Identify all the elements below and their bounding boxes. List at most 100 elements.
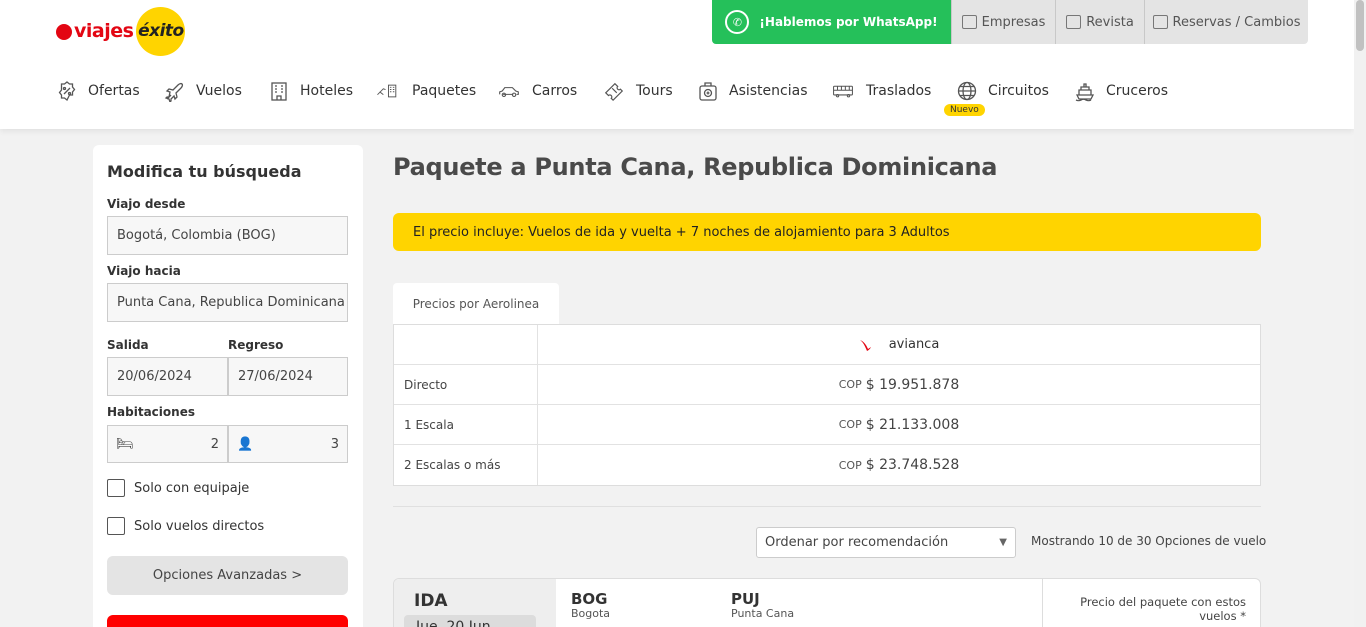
nav-label: Asistencias [729,83,808,99]
whatsapp-icon: ✆ [725,10,750,34]
flight-date: Jue. 20 Jun. [404,615,536,627]
nav-label: Ofertas [88,83,140,99]
departure-date-input[interactable]: 20/06/2024 [107,357,228,396]
results-count: Mostrando 10 de 30 Opciones de vuelo [1031,534,1267,548]
plane-building-icon [372,80,402,102]
airplane-icon [164,80,186,102]
reservas-label: Reservas / Cambios [1172,14,1301,30]
origin-code: BOG [571,590,608,608]
sort-select[interactable]: Ordenar por recomendación ▼ [756,527,1016,558]
rooms-count: 2 [210,436,219,452]
globe-icon [956,80,978,102]
rooms-label: Habitaciones [107,405,195,419]
ticket-icon [602,80,626,102]
revista-label: Revista [1086,14,1134,30]
return-date-input[interactable]: 27/06/2024 [228,357,348,396]
nav-item-vuelos[interactable]: Vuelos [164,76,242,106]
advanced-options-button[interactable]: Opciones Avanzadas > [107,556,348,595]
flight-option-card[interactable]: IDA Jue. 20 Jun. BOG Bogota PUJ Punta Ca… [393,578,1261,627]
fare-price-cell[interactable]: COP $ 23.748.528 [538,445,1260,485]
stops-label: Directo [394,365,538,404]
baggage-checkbox[interactable] [107,479,125,497]
airline-header-cell[interactable]: avianca [538,325,1260,364]
nav-label: Hoteles [300,83,353,99]
fare-price-cell[interactable]: COP $ 19.951.878 [538,365,1260,404]
from-label: Viajo desde [107,197,186,211]
people-stepper[interactable]: 👤 3 [228,425,348,463]
nav-label: Traslados [866,83,932,99]
flight-direction: IDA [414,591,448,611]
baggage-checkbox-row[interactable]: Solo con equipaje [107,479,249,497]
page-scrollbar[interactable] [1354,0,1366,627]
nav-item-hoteles[interactable]: Hoteles [268,76,353,106]
chevron-down-icon: ▼ [999,537,1007,548]
direct-checkbox[interactable] [107,517,125,535]
nav-label: Cruceros [1106,83,1169,99]
sidebar-title: Modifica tu búsqueda [107,162,302,181]
logo-ball-icon [56,24,72,40]
nav-label: Vuelos [196,83,242,99]
medical-bag-icon [697,80,719,102]
table-row: 2 Escalas o más COP $ 23.748.528 [394,445,1260,485]
flight-direction-panel: IDA Jue. 20 Jun. [394,579,556,627]
currency-label: COP [838,378,862,391]
revista-link[interactable]: Revista [1055,0,1144,44]
table-header-row: avianca [394,325,1260,365]
fare-price: $ 19.951.878 [865,376,960,393]
page-title: Paquete a Punta Cana, Republica Dominica… [393,153,998,181]
airline-name: avianca [888,337,940,352]
ship-icon [1074,80,1096,102]
avianca-logo-icon [859,339,871,351]
empresas-label: Empresas [981,14,1046,30]
airline-fare-table: avianca Directo COP $ 19.951.878 1 Escal… [393,324,1261,486]
origin-city: Bogota [571,607,611,620]
direct-checkbox-row[interactable]: Solo vuelos directos [107,517,264,535]
rooms-stepper[interactable]: 🛏 2 [107,425,228,463]
viajes-exito-logo[interactable]: viajes éxito [56,6,186,56]
logo-text-viajes: viajes [74,20,134,42]
currency-label: COP [838,458,862,472]
empresas-link[interactable]: Empresas [951,0,1055,44]
people-count: 3 [330,436,339,452]
fare-price-cell[interactable]: COP $ 21.133.008 [538,405,1260,444]
nav-item-tours[interactable]: Tours [602,76,673,106]
currency-label: COP [838,418,862,431]
return-label: Regreso [228,338,284,352]
building-icon [268,80,290,102]
destination-city: Punta Cana [731,607,795,620]
magazine-icon [1066,15,1082,29]
bus-icon [829,80,857,102]
from-input[interactable]: Bogotá, Colombia (BOG) [107,216,348,255]
departure-label: Salida [107,338,149,352]
nav-item-ofertas[interactable]: Ofertas [56,76,140,106]
person-icon: 👤 [237,436,254,452]
nav-item-traslados[interactable]: Traslados [829,76,931,106]
sort-value: Ordenar por recomendación [765,535,949,550]
search-button[interactable] [107,615,348,627]
empty-header-cell [394,325,538,364]
nuevo-badge: Nuevo [944,104,985,116]
nav-item-paquetes[interactable]: Paquetes [372,76,476,106]
bed-icon: 🛏 [116,436,134,452]
search-sidebar: Modifica tu búsqueda Viajo desde Bogotá,… [93,145,363,627]
car-icon [496,80,522,102]
nav-label: Circuitos [988,83,1049,99]
whatsapp-label: ¡Hablemos por WhatsApp! [759,15,938,29]
nav-label: Tours [636,83,673,99]
table-row: Directo COP $ 19.951.878 [394,365,1260,405]
card-divider [1042,579,1043,627]
luggage-cart-icon [1152,15,1168,29]
briefcase-icon [961,15,977,29]
nav-item-cruceros[interactable]: Cruceros [1074,76,1168,106]
fare-price: $ 23.748.528 [865,457,960,473]
nav-item-carros[interactable]: Carros [496,76,577,106]
whatsapp-button[interactable]: ✆ ¡Hablemos por WhatsApp! [712,0,951,44]
scrollbar-thumb[interactable] [1356,0,1364,51]
to-input[interactable]: Punta Cana, Republica Dominicana [107,283,348,322]
reservas-cambios-link[interactable]: Reservas / Cambios [1144,0,1308,44]
nav-item-circuitos[interactable]: Circuitos [956,76,1049,106]
tab-precios-aerolinea[interactable]: Precios por Aerolinea [393,283,559,326]
discount-badge-icon [56,80,78,102]
nav-item-asistencias[interactable]: Asistencias [697,76,808,106]
stops-label: 2 Escalas o más [394,445,538,485]
